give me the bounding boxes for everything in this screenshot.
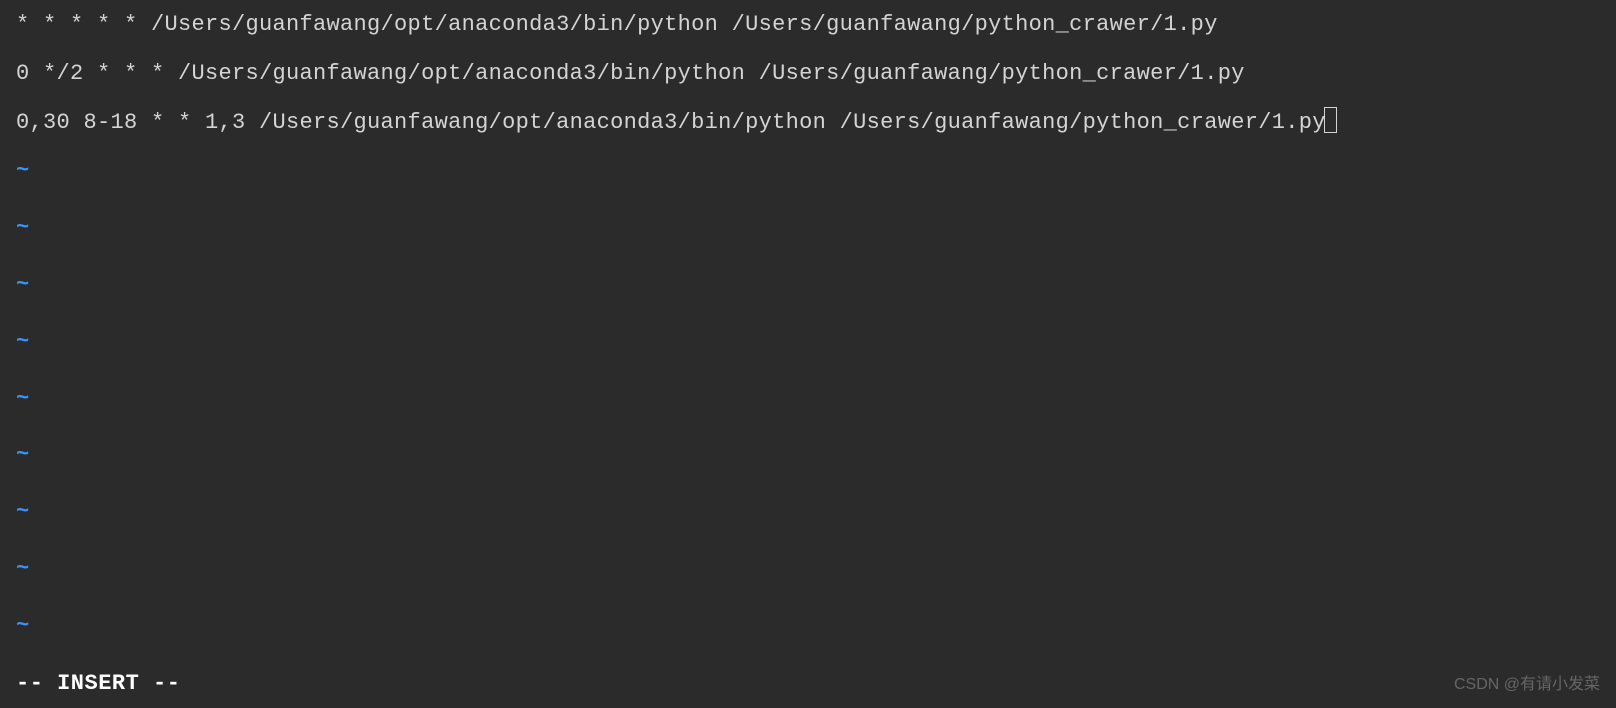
editor-content[interactable]: * * * * * /Users/guanfawang/opt/anaconda…: [0, 0, 1616, 663]
empty-line-tilde: ~: [16, 327, 1600, 358]
empty-line-tilde: ~: [16, 384, 1600, 415]
empty-line-tilde: ~: [16, 611, 1600, 642]
crontab-line[interactable]: 0 */2 * * * /Users/guanfawang/opt/anacon…: [16, 59, 1600, 90]
empty-line-tilde: ~: [16, 213, 1600, 244]
vim-mode-indicator: -- INSERT --: [0, 663, 1616, 708]
crontab-line[interactable]: 0,30 8-18 * * 1,3 /Users/guanfawang/opt/…: [16, 108, 1600, 139]
watermark: CSDN @有请小发菜: [1454, 674, 1600, 696]
empty-line-tilde: ~: [16, 497, 1600, 528]
vim-editor[interactable]: * * * * * /Users/guanfawang/opt/anaconda…: [0, 0, 1616, 708]
crontab-line[interactable]: * * * * * /Users/guanfawang/opt/anaconda…: [16, 10, 1600, 41]
empty-line-tilde: ~: [16, 156, 1600, 187]
empty-line-tilde: ~: [16, 270, 1600, 301]
empty-line-tilde: ~: [16, 440, 1600, 471]
empty-line-tilde: ~: [16, 554, 1600, 585]
